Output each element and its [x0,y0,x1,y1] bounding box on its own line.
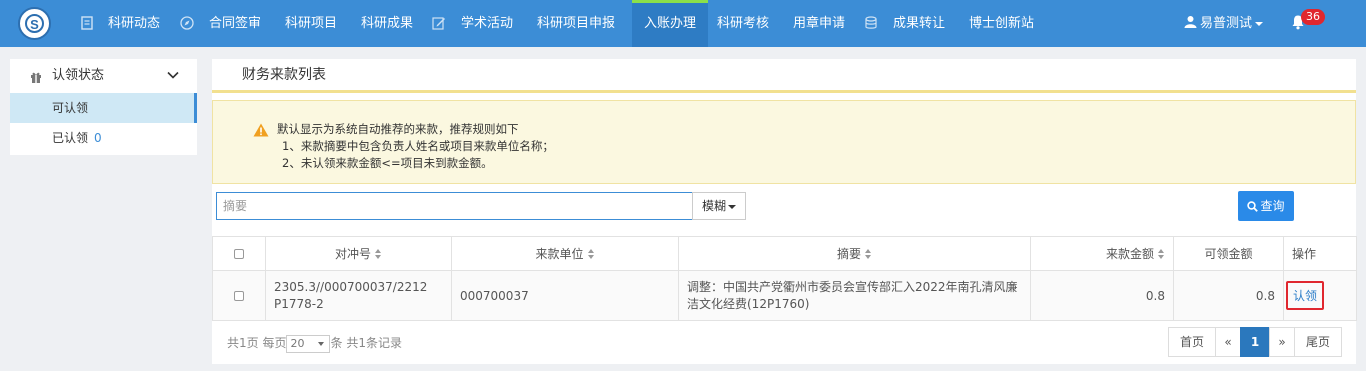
per-page-unit: 条 [330,336,343,350]
column-header-summary[interactable]: 摘要 [678,236,1031,271]
user-menu[interactable]: 易普测试 [1184,0,1264,47]
sidebar-group-title: 认领状态 [52,68,105,83]
compass-icon [180,16,194,30]
edit-icon [432,17,445,30]
notice-box: 默认显示为系统自动推荐的来款，推荐规则如下 1、来款摘要中包含负责人姓名或项目来… [212,100,1356,184]
column-header-unit[interactable]: 来款单位 [451,236,679,271]
nav-item-research-news[interactable]: 科研动态 [108,0,160,47]
pager-next[interactable]: » [1269,327,1295,357]
page-size-select[interactable]: 20 [286,334,331,353]
action-cell: 认领 [1283,270,1357,321]
column-header-label: 对冲号 [334,247,371,261]
payment-table: 对冲号 来款单位 摘要 来款金额 可领金额 操作 2305.3//0007000… [212,236,1357,321]
column-header-offset-no[interactable]: 对冲号 [265,236,452,271]
sidebar-group-header[interactable]: 认领状态 [10,59,197,93]
nav-item-research-projects[interactable]: 科研项目 [285,0,337,47]
query-button-label: 查询 [1260,199,1285,213]
column-header-amount[interactable]: 来款金额 [1030,236,1174,271]
sort-icon [1158,249,1165,259]
sidebar-item-label: 已认领 [52,131,89,145]
claim-button[interactable]: 认领 [1286,281,1325,310]
pager-current[interactable]: 1 [1240,327,1270,357]
unit-cell: 000700037 [451,270,679,321]
amount-cell: 0.8 [1030,270,1174,321]
pager-prev[interactable]: « [1215,327,1241,357]
search-input[interactable] [216,192,693,220]
summary-text: 调整：中国共产党衢州市委员会宣传部汇入2022年南孔清风廉洁文化经费(12P17… [687,279,1018,311]
main-panel: 财务来款列表 默认显示为系统自动推荐的来款，推荐规则如下 1、来款摘要中包含负责… [212,59,1357,364]
sidebar-item-claimed[interactable]: 已认领 0 [10,123,197,153]
logo-letter-icon: S [30,17,39,32]
sidebar-item-claimable[interactable]: 可认领 [10,93,197,123]
notification-badge: 36 [1301,9,1325,25]
notice-line: 2、未认领来款金额<=项目未到款金额。 [282,156,493,170]
nav-item-seal-application[interactable]: 用章申请 [793,0,845,47]
nav-item-research-assessment[interactable]: 科研考核 [717,0,769,47]
nav-item-accounting[interactable]: 入账办理 [632,0,708,47]
notice-line: 1、来款摘要中包含负责人姓名或项目来款单位名称； [282,139,554,153]
page-size-value: 20 [290,336,305,350]
unit-text: 000700037 [460,288,529,303]
claimable-cell: 0.8 [1173,270,1284,321]
sidebar: 认领状态 可认领 已认领 0 [10,59,197,155]
sidebar-item-label: 可认领 [52,101,89,115]
total-pages: 共1页 [227,336,259,350]
column-header-label: 来款金额 [1105,247,1154,261]
row-checkbox[interactable] [234,291,244,301]
nav-item-research-results[interactable]: 科研成果 [361,0,413,47]
column-header-label: 摘要 [836,247,861,261]
chevron-down-icon [1255,21,1264,26]
sort-icon [865,249,872,259]
total-records: 共1条记录 [346,336,402,350]
pager-first[interactable]: 首页 [1168,327,1216,357]
gift-icon [31,72,41,83]
nav-item-contract-review[interactable]: 合同签审 [209,0,261,47]
search-icon [1247,201,1259,212]
row-checkbox-cell [212,270,266,321]
column-header-claimable: 可领金额 [1173,236,1284,271]
logo[interactable]: S [18,7,51,40]
select-all-checkbox[interactable] [234,249,244,259]
nav-item-academic-activities[interactable]: 学术活动 [461,0,513,47]
notice-line: 默认显示为系统自动推荐的来款，推荐规则如下 [277,122,519,136]
table-row: 2305.3//000700037/2212 P1778-2 000700037… [212,270,1357,321]
top-navbar: S 科研动态 合同签审 科研项目 科研成果 学术活动 科研项目申报 入账办理 科… [0,0,1366,47]
pager-last[interactable]: 尾页 [1294,327,1342,357]
nav-item-result-transfer[interactable]: 成果转让 [893,0,945,47]
summary-cell: 调整：中国共产党衢州市委员会宣传部汇入2022年南孔清风廉洁文化经费(12P17… [678,270,1031,321]
chevron-down-icon [318,341,325,346]
query-button[interactable]: 查询 [1238,191,1294,221]
pagination-info: 共1页 每页 20 条 共1条记录 [227,334,402,353]
offset-no-cell: 2305.3//000700037/2212 P1778-2 [265,270,452,321]
sort-icon [587,249,595,259]
match-mode-dropdown[interactable]: 模糊 [692,192,746,220]
chevron-down-icon [167,71,179,79]
warning-icon [253,123,269,137]
column-header-label: 来款单位 [535,247,584,261]
match-mode-label: 模糊 [701,199,726,213]
chevron-down-icon [728,204,736,209]
column-header-label: 操作 [1292,247,1317,261]
user-icon [1184,16,1197,28]
nav-item-project-application[interactable]: 科研项目申报 [537,0,615,47]
database-icon [865,16,877,29]
column-header-label: 可领金额 [1204,247,1253,261]
page-title: 财务来款列表 [212,59,1356,93]
offset-no-text: 2305.3//000700037/2212 P1778-2 [274,279,428,311]
sidebar-item-count: 0 [94,131,102,145]
per-page-label: 每页 [262,336,287,350]
document-icon [81,16,93,30]
nav-item-postdoc-station[interactable]: 博士创新站 [969,0,1034,47]
sort-icon [375,249,382,259]
table-header-row: 对冲号 来款单位 摘要 来款金额 可领金额 操作 [212,236,1357,271]
header-checkbox-cell [212,236,266,271]
logo-ring: S [25,14,44,33]
column-header-action: 操作 [1283,236,1357,271]
user-name: 易普测试 [1200,16,1253,31]
